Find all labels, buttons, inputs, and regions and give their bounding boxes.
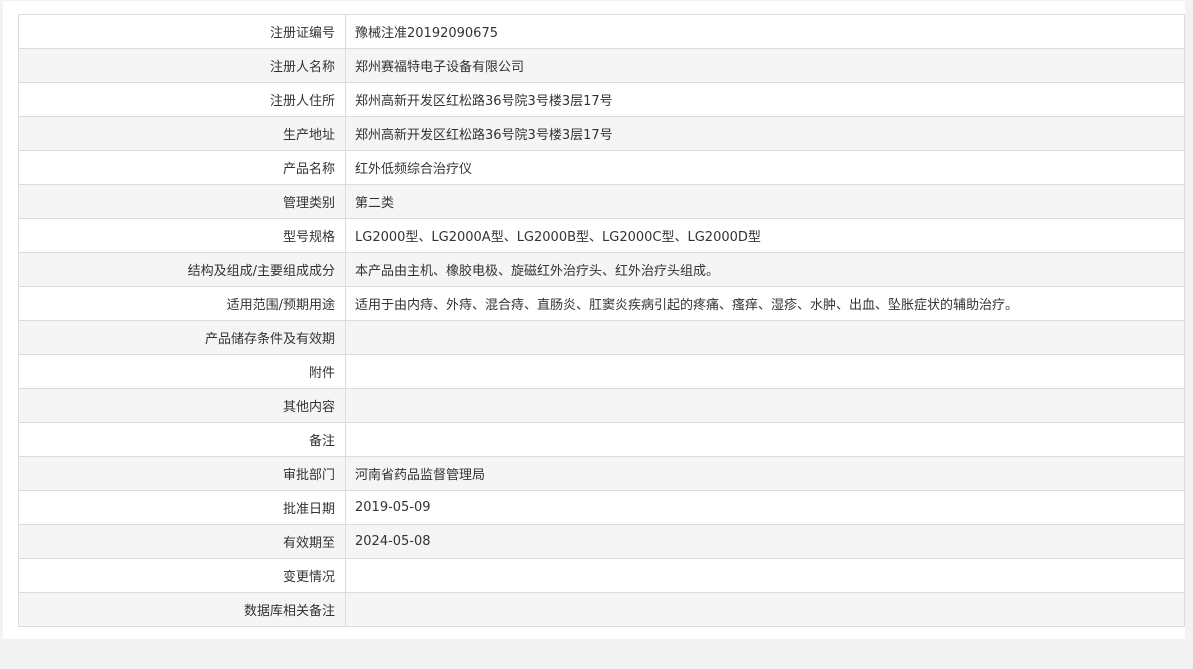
detail-panel: 注册证编号 豫械注准20192090675 注册人名称 郑州赛福特电子设备有限公… — [3, 1, 1185, 639]
row-value-structure-composition: 本产品由主机、橡胶电极、旋磁红外治疗头、红外治疗头组成。 — [345, 252, 1185, 287]
table-row: 有效期至 2024-05-08 — [18, 524, 1185, 559]
row-label-other-content: 其他内容 — [18, 388, 346, 423]
table-row: 管理类别 第二类 — [18, 184, 1185, 219]
table-row: 适用范围/预期用途 适用于由内痔、外痔、混合痔、直肠炎、肛窦炎疾病引起的疼痛、瘙… — [18, 286, 1185, 321]
row-value-change-history — [345, 558, 1185, 593]
table-row: 数据库相关备注 — [18, 592, 1185, 627]
table-row: 生产地址 郑州高新开发区红松路36号院3号楼3层17号 — [18, 116, 1185, 151]
row-value-remarks — [345, 422, 1185, 457]
table-row: 型号规格 LG2000型、LG2000A型、LG2000B型、LG2000C型、… — [18, 218, 1185, 253]
row-value-database-notes — [345, 592, 1185, 627]
row-label-storage-conditions: 产品储存条件及有效期 — [18, 320, 346, 355]
table-row: 产品名称 红外低频综合治疗仪 — [18, 150, 1185, 185]
table-row: 其他内容 — [18, 388, 1185, 423]
table-row: 附件 — [18, 354, 1185, 389]
table-row: 注册人名称 郑州赛福特电子设备有限公司 — [18, 48, 1185, 83]
row-label-management-category: 管理类别 — [18, 184, 346, 219]
row-label-model-spec: 型号规格 — [18, 218, 346, 253]
row-label-remarks: 备注 — [18, 422, 346, 457]
row-label-product-name: 产品名称 — [18, 150, 346, 185]
row-value-management-category: 第二类 — [345, 184, 1185, 219]
registration-detail-table: 注册证编号 豫械注准20192090675 注册人名称 郑州赛福特电子设备有限公… — [18, 14, 1185, 627]
row-label-registrant-name: 注册人名称 — [18, 48, 346, 83]
row-value-product-name: 红外低频综合治疗仪 — [345, 150, 1185, 185]
table-row: 变更情况 — [18, 558, 1185, 593]
row-label-intended-use: 适用范围/预期用途 — [18, 286, 346, 321]
table-row: 注册证编号 豫械注准20192090675 — [18, 14, 1185, 49]
row-label-approval-date: 批准日期 — [18, 490, 346, 525]
row-value-approval-date: 2019-05-09 — [345, 490, 1185, 525]
row-value-registrant-address: 郑州高新开发区红松路36号院3号楼3层17号 — [345, 82, 1185, 117]
row-value-other-content — [345, 388, 1185, 423]
row-value-registrant-name: 郑州赛福特电子设备有限公司 — [345, 48, 1185, 83]
row-value-storage-conditions — [345, 320, 1185, 355]
row-label-registrant-address: 注册人住所 — [18, 82, 346, 117]
row-value-attachments — [345, 354, 1185, 389]
row-value-model-spec: LG2000型、LG2000A型、LG2000B型、LG2000C型、LG200… — [345, 218, 1185, 253]
row-label-database-notes: 数据库相关备注 — [18, 592, 346, 627]
table-row: 备注 — [18, 422, 1185, 457]
table-row: 批准日期 2019-05-09 — [18, 490, 1185, 525]
table-row: 结构及组成/主要组成成分 本产品由主机、橡胶电极、旋磁红外治疗头、红外治疗头组成… — [18, 252, 1185, 287]
row-label-valid-until: 有效期至 — [18, 524, 346, 559]
row-label-approval-department: 审批部门 — [18, 456, 346, 491]
row-value-production-address: 郑州高新开发区红松路36号院3号楼3层17号 — [345, 116, 1185, 151]
row-value-valid-until: 2024-05-08 — [345, 524, 1185, 559]
row-label-registration-number: 注册证编号 — [18, 14, 346, 49]
row-label-change-history: 变更情况 — [18, 558, 346, 593]
table-row: 注册人住所 郑州高新开发区红松路36号院3号楼3层17号 — [18, 82, 1185, 117]
row-value-intended-use: 适用于由内痔、外痔、混合痔、直肠炎、肛窦炎疾病引起的疼痛、瘙痒、湿疹、水肿、出血… — [345, 286, 1185, 321]
table-row: 产品储存条件及有效期 — [18, 320, 1185, 355]
row-label-production-address: 生产地址 — [18, 116, 346, 151]
row-label-attachments: 附件 — [18, 354, 346, 389]
row-label-structure-composition: 结构及组成/主要组成成分 — [18, 252, 346, 287]
row-value-approval-department: 河南省药品监督管理局 — [345, 456, 1185, 491]
table-row: 审批部门 河南省药品监督管理局 — [18, 456, 1185, 491]
row-value-registration-number: 豫械注准20192090675 — [345, 14, 1185, 49]
